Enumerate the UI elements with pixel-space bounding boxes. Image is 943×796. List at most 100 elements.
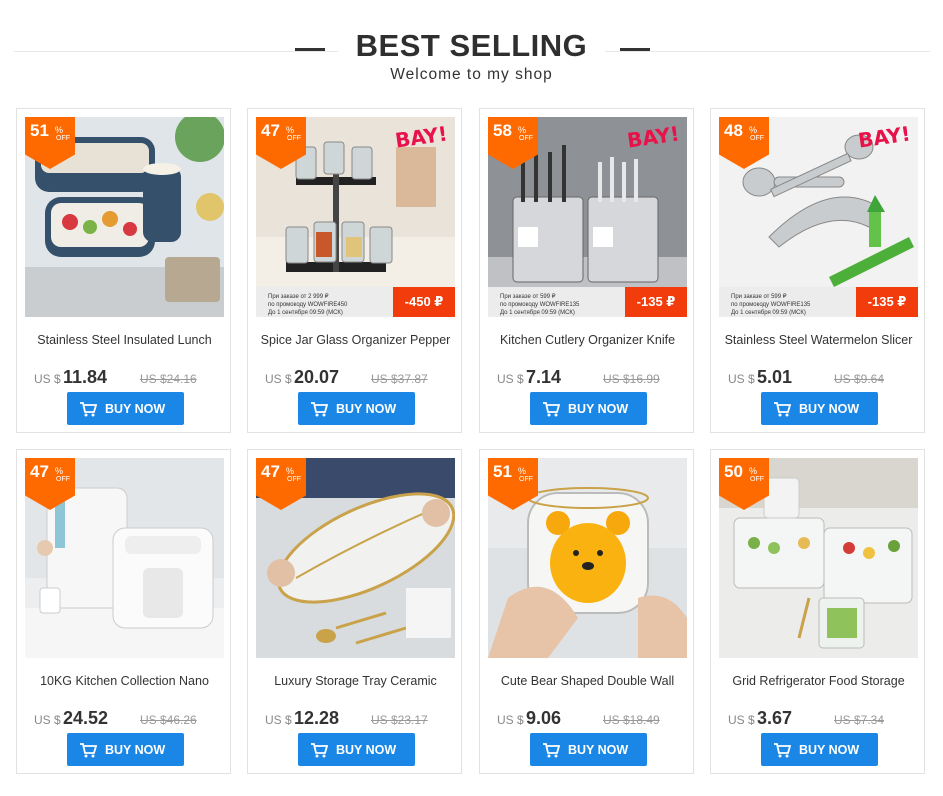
buy-now-label: BUY NOW <box>336 743 397 757</box>
product-image[interactable]: 50% OFF <box>719 458 918 658</box>
cart-icon <box>774 743 791 758</box>
cart-icon <box>311 402 328 417</box>
product-image[interactable]: 51% OFF <box>25 117 224 317</box>
discount-percent: 50 <box>724 462 743 481</box>
product-image[interactable]: 47% OFF BAY! При заказе от 2 999 ₽ по промок… <box>256 117 455 317</box>
promo-line: При заказе от 599 ₽ <box>500 294 556 300</box>
product-name[interactable]: Stainless Steel Insulated Lunch <box>25 333 224 349</box>
percent-sign: % <box>518 466 527 476</box>
buy-now-button[interactable]: BUY NOW <box>67 733 184 766</box>
price-row: US $7.14 US $16.99 <box>497 367 687 389</box>
buy-now-label: BUY NOW <box>336 402 397 416</box>
currency-label: US $ <box>497 713 524 727</box>
sale-price: 12.28 <box>294 708 340 728</box>
discount-percent: 47 <box>261 462 280 481</box>
off-label: OFF <box>56 476 70 483</box>
off-label: OFF <box>750 135 764 142</box>
product-image[interactable]: 47% OFF <box>25 458 224 658</box>
original-price: US $46.26 <box>140 713 197 727</box>
product-name[interactable]: 10KG Kitchen Collection Nano <box>25 674 224 690</box>
percent-sign: % <box>749 125 758 135</box>
original-price: US $7.34 <box>834 713 885 727</box>
percent-sign: % <box>286 125 295 135</box>
product-card[interactable]: 58% OFF BAY! При заказе от 599 ₽ по промокод… <box>479 108 694 433</box>
sale-price: 11.84 <box>63 367 108 387</box>
buy-now-button[interactable]: BUY NOW <box>298 392 415 425</box>
product-card[interactable]: 51% OFF Cute Bear Shaped Double Wall US $9.… <box>479 449 694 774</box>
price-row: US $24.52 US $46.26 <box>34 708 224 730</box>
buy-now-label: BUY NOW <box>105 402 166 416</box>
original-price: US $24.16 <box>140 372 197 386</box>
price-row: US $12.28 US $23.17 <box>265 708 455 730</box>
off-label: OFF <box>750 476 764 483</box>
discount-percent: 51 <box>493 462 512 481</box>
original-price: US $23.17 <box>371 713 428 727</box>
promo-price: -450 ₽ <box>393 287 455 317</box>
buy-now-button[interactable]: BUY NOW <box>530 733 647 766</box>
buy-now-button[interactable]: BUY NOW <box>298 733 415 766</box>
price-row: US $11.84 US $24.16 <box>34 367 224 389</box>
currency-label: US $ <box>265 372 292 386</box>
off-label: OFF <box>56 135 70 142</box>
percent-sign: % <box>286 466 295 476</box>
product-name[interactable]: Spice Jar Glass Organizer Pepper <box>256 333 455 349</box>
price-row: US $9.06 US $18.49 <box>497 708 687 730</box>
sale-price: 5.01 <box>757 367 793 387</box>
cart-icon <box>543 743 560 758</box>
currency-label: US $ <box>497 372 524 386</box>
discount-percent: 47 <box>30 462 49 481</box>
currency-label: US $ <box>728 713 755 727</box>
original-price: US $18.49 <box>603 713 660 727</box>
cart-icon <box>774 402 791 417</box>
cart-icon <box>80 743 97 758</box>
section-subtitle: Welcome to my shop <box>390 66 553 83</box>
buy-now-button[interactable]: BUY NOW <box>761 392 878 425</box>
sale-price: 20.07 <box>294 367 340 387</box>
promo-line: по промокоду WOWFIRE135 <box>731 302 811 308</box>
product-card[interactable]: 51% OFF Stainless Steel Insulated Lunch US … <box>16 108 231 433</box>
original-price: US $9.64 <box>834 372 885 386</box>
off-label: OFF <box>287 135 301 142</box>
buy-now-button[interactable]: BUY NOW <box>761 733 878 766</box>
product-card[interactable]: 47% OFF 10KG Kitchen Collection Nano US $24… <box>16 449 231 774</box>
currency-label: US $ <box>728 372 755 386</box>
product-image[interactable]: 47% OFF <box>256 458 455 658</box>
currency-label: US $ <box>34 372 61 386</box>
product-card[interactable]: 47% OFF Luxury Storage Tray Ceramic US $12.… <box>247 449 462 774</box>
section-header: BEST SELLING Welcome to my shop <box>0 0 943 100</box>
discount-percent: 48 <box>724 121 743 140</box>
product-name[interactable]: Grid Refrigerator Food Storage <box>719 674 918 690</box>
sale-price: 9.06 <box>526 708 562 728</box>
percent-sign: % <box>55 125 64 135</box>
original-price: US $16.99 <box>603 372 660 386</box>
discount-percent: 58 <box>493 121 512 140</box>
product-card[interactable]: 47% OFF BAY! При заказе от 2 999 ₽ по промок… <box>247 108 462 433</box>
promo-line: При заказе от 599 ₽ <box>731 294 787 300</box>
promo-line: До 1 сентября 09:59 (МСК) <box>500 310 575 316</box>
sale-price: 7.14 <box>526 367 562 387</box>
promo-banner: При заказе от 599 ₽ по промокоду WOWFIRE1… <box>488 287 687 317</box>
product-card[interactable]: 48% OFF BAY! При заказе от 599 ₽ по промокод… <box>710 108 925 433</box>
cart-icon <box>311 743 328 758</box>
percent-sign: % <box>518 125 527 135</box>
sale-price: 3.67 <box>757 708 793 728</box>
product-card[interactable]: 50% OFF Grid Refrigerator Food Storage US $… <box>710 449 925 774</box>
original-price: US $37.87 <box>371 372 428 386</box>
percent-sign: % <box>55 466 64 476</box>
product-image[interactable]: 51% OFF <box>488 458 687 658</box>
buy-now-label: BUY NOW <box>105 743 166 757</box>
product-name[interactable]: Stainless Steel Watermelon Slicer <box>719 333 918 349</box>
promo-price: -135 ₽ <box>856 287 918 317</box>
promo-line: До 1 сентября 09:59 (МСК) <box>731 310 806 316</box>
product-name[interactable]: Cute Bear Shaped Double Wall <box>488 674 687 690</box>
product-image[interactable]: 58% OFF BAY! При заказе от 599 ₽ по промокод… <box>488 117 687 317</box>
product-name[interactable]: Kitchen Cutlery Organizer Knife <box>488 333 687 349</box>
discount-percent: 51 <box>30 121 49 140</box>
cart-icon <box>80 402 97 417</box>
product-name[interactable]: Luxury Storage Tray Ceramic <box>256 674 455 690</box>
off-label: OFF <box>287 476 301 483</box>
price-row: US $5.01 US $9.64 <box>728 367 918 389</box>
buy-now-button[interactable]: BUY NOW <box>67 392 184 425</box>
product-image[interactable]: 48% OFF BAY! При заказе от 599 ₽ по промокод… <box>719 117 918 317</box>
buy-now-button[interactable]: BUY NOW <box>530 392 647 425</box>
